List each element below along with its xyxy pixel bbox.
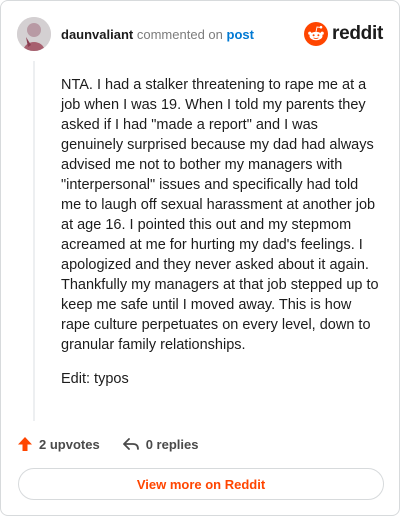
commented-on-text: commented on (136, 27, 223, 42)
username-link[interactable]: daunvaliant (61, 27, 133, 42)
comment-paragraph: Edit: typos (61, 371, 129, 387)
upvote-button[interactable]: 2 upvotes (17, 436, 100, 452)
comment-actions: 2 upvotes 0 replies (17, 433, 220, 455)
reddit-logo-icon (304, 22, 329, 46)
comment-paragraph: NTA. I had a stalker threatening to rape… (61, 77, 379, 353)
reply-arrow-icon (122, 438, 139, 450)
view-more-button[interactable]: View more on Reddit (18, 468, 384, 500)
reply-button[interactable]: 0 replies (122, 436, 199, 452)
thread-line (33, 61, 35, 421)
avatar-image-icon (17, 17, 51, 51)
reply-count: 0 replies (145, 436, 199, 452)
comment-body: NTA. I had a stalker threatening to rape… (61, 75, 379, 403)
comment-byline: daunvaliant commented on post (61, 27, 254, 42)
embedded-comment-card: daunvaliant commented on post reddit NTA… (0, 0, 400, 516)
reddit-wordmark: reddit (332, 23, 383, 44)
upvote-count: 2 upvotes (39, 436, 100, 452)
reddit-brand[interactable]: reddit (304, 21, 383, 47)
comment-header: daunvaliant commented on post reddit (17, 17, 383, 53)
user-avatar[interactable] (17, 17, 51, 51)
post-link[interactable]: post (227, 27, 254, 42)
upvote-arrow-icon (18, 437, 32, 451)
